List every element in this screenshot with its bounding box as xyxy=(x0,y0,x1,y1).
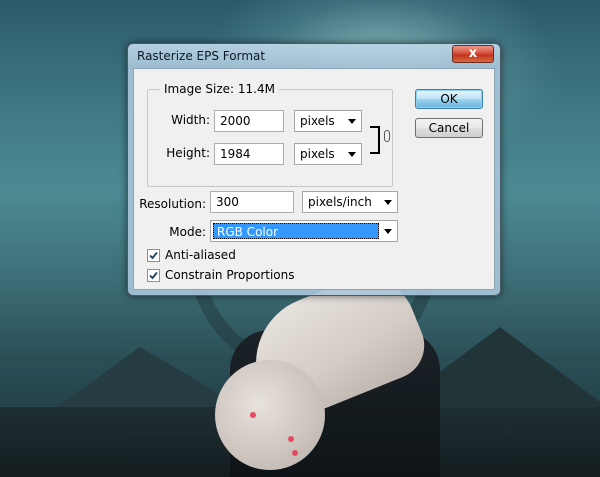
height-unit-select[interactable]: pixels xyxy=(294,143,362,165)
width-unit-value: pixels xyxy=(300,114,335,128)
anti-aliased-checkbox[interactable] xyxy=(147,249,160,262)
close-icon: x xyxy=(468,46,478,61)
mode-label: Mode: xyxy=(169,225,206,239)
width-field[interactable] xyxy=(214,110,284,132)
mode-value: RGB Color xyxy=(213,223,379,239)
fingernail xyxy=(250,412,256,418)
chevron-down-icon xyxy=(384,229,392,234)
dialog-titlebar[interactable]: Rasterize EPS Format x xyxy=(128,44,500,70)
chain-link-icon xyxy=(384,130,390,142)
height-label: Height: xyxy=(166,146,210,160)
constrain-proportions-label[interactable]: Constrain Proportions xyxy=(165,268,295,282)
width-label: Width: xyxy=(171,113,210,127)
image-size-group xyxy=(147,89,393,187)
chevron-down-icon xyxy=(384,200,392,205)
anti-aliased-label[interactable]: Anti-aliased xyxy=(165,248,236,262)
mode-select[interactable]: RGB Color xyxy=(210,220,398,242)
constrain-proportions-checkbox[interactable] xyxy=(147,269,160,282)
height-unit-value: pixels xyxy=(300,147,335,161)
ok-button[interactable]: OK xyxy=(415,89,483,109)
constrain-bracket xyxy=(370,126,380,154)
resolution-label: Resolution: xyxy=(139,197,206,211)
resolution-unit-select[interactable]: pixels/inch xyxy=(302,191,398,213)
chevron-down-icon xyxy=(348,119,356,124)
cancel-button[interactable]: Cancel xyxy=(415,118,483,138)
resolution-unit-value: pixels/inch xyxy=(308,195,372,209)
fingernail xyxy=(292,450,298,456)
image-size-label: Image Size: 11.4M xyxy=(160,82,279,96)
height-field[interactable] xyxy=(214,143,284,165)
dialog-title: Rasterize EPS Format xyxy=(137,49,266,63)
fingernail xyxy=(288,436,294,442)
checkmark-icon xyxy=(149,271,158,280)
rasterize-eps-dialog: Rasterize EPS Format x Image Size: 11.4M… xyxy=(127,43,501,296)
resolution-field[interactable] xyxy=(210,191,294,213)
width-unit-select[interactable]: pixels xyxy=(294,110,362,132)
close-button[interactable]: x xyxy=(452,45,494,63)
figure-hand xyxy=(215,360,325,470)
checkmark-icon xyxy=(149,251,158,260)
chevron-down-icon xyxy=(348,152,356,157)
dialog-body: Image Size: 11.4M Width: pixels Height: … xyxy=(133,68,495,290)
